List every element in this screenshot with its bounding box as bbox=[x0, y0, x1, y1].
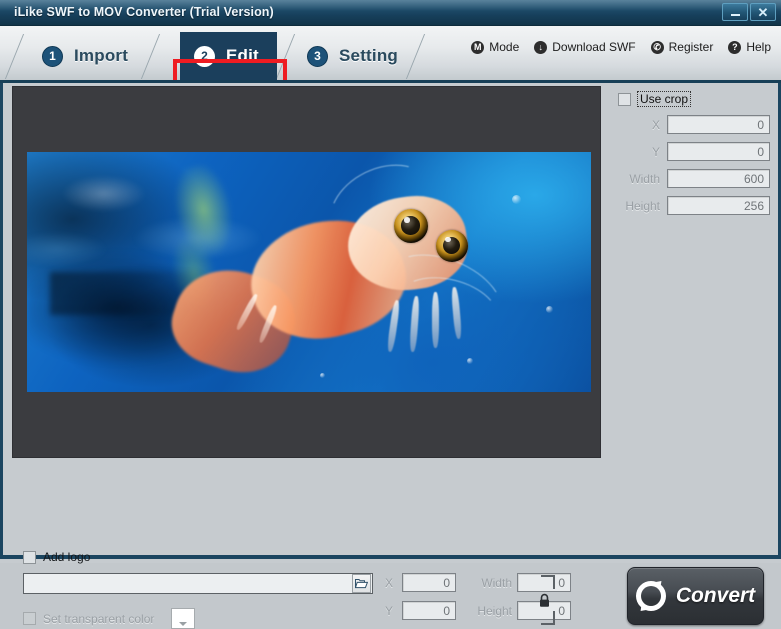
crop-y-label: Y bbox=[651, 144, 660, 159]
eye-glint bbox=[404, 217, 410, 223]
crop-x-label: X bbox=[651, 117, 660, 132]
lock-icon bbox=[539, 593, 549, 607]
set-transparent-color-checkbox[interactable] bbox=[23, 612, 36, 625]
logo-path-input[interactable] bbox=[24, 575, 352, 592]
logo-path-field[interactable] bbox=[23, 573, 373, 594]
transparent-color-row: Set transparent color bbox=[23, 608, 196, 629]
crop-height-label: Height bbox=[625, 198, 660, 213]
use-crop-row: Use crop bbox=[618, 91, 770, 107]
tab-setting[interactable]: 3 Setting bbox=[307, 32, 398, 80]
application-window: iLike SWF to MOV Converter (Trial Versio… bbox=[0, 0, 781, 629]
tab-setting-number: 3 bbox=[307, 45, 328, 67]
add-logo-row: Add logo bbox=[23, 550, 90, 564]
chevron-down-icon bbox=[179, 622, 188, 626]
menu-download-swf[interactable]: ↓ Download SWF bbox=[534, 40, 636, 54]
logo-y-label: Y bbox=[384, 603, 393, 618]
tab-edit[interactable]: 2 Edit bbox=[180, 32, 277, 80]
crop-height-row: Height 256 bbox=[618, 196, 770, 215]
help-icon: ? bbox=[728, 40, 742, 54]
close-button[interactable]: ✕ bbox=[750, 3, 776, 21]
add-logo-label: Add logo bbox=[43, 550, 91, 564]
bracket-bottom bbox=[541, 611, 555, 625]
shrimp-leg bbox=[432, 291, 440, 348]
key-icon: ✆ bbox=[650, 40, 664, 54]
menu-mode[interactable]: M Mode bbox=[471, 40, 519, 54]
crop-x-input[interactable]: 0 bbox=[667, 115, 770, 134]
shrimp-eye bbox=[435, 229, 468, 262]
recycle-icon bbox=[629, 574, 673, 618]
tab-edit-label: Edit bbox=[226, 46, 259, 65]
menu-mode-label: Mode bbox=[489, 40, 520, 54]
logo-x-label: X bbox=[384, 575, 393, 590]
video-frame bbox=[27, 152, 591, 392]
window-controls: ✕ bbox=[722, 3, 776, 21]
use-crop-label: Use crop bbox=[637, 91, 692, 107]
crop-width-label: Width bbox=[629, 171, 660, 186]
tab-import-label: Import bbox=[74, 46, 129, 65]
transparent-color-swatch[interactable] bbox=[171, 608, 196, 629]
tab-bar: 1 Import 2 Edit 3 Setting M Mode ↓ Downl… bbox=[0, 26, 781, 83]
logo-width-label: Width bbox=[481, 575, 512, 590]
shrimp-eye bbox=[393, 209, 428, 244]
tab-import[interactable]: 1 Import bbox=[42, 32, 128, 80]
menu-register-label: Register bbox=[668, 40, 714, 54]
use-crop-checkbox[interactable] bbox=[618, 92, 631, 106]
set-transparent-color-label: Set transparent color bbox=[43, 611, 155, 626]
logo-y-input[interactable]: 0 bbox=[402, 601, 456, 620]
shrimp-subject bbox=[161, 152, 524, 386]
crop-y-row: Y 0 bbox=[618, 142, 770, 161]
menu-help-label: Help bbox=[746, 40, 771, 54]
bracket-top bbox=[541, 575, 555, 589]
download-icon: ↓ bbox=[534, 40, 548, 54]
crop-width-row: Width 600 bbox=[618, 169, 770, 188]
logo-section: Add logo Set transparent color X 0 Width… bbox=[3, 463, 781, 629]
tab-edit-number: 2 bbox=[194, 45, 215, 67]
title-bar: iLike SWF to MOV Converter (Trial Versio… bbox=[0, 0, 781, 26]
menu-register[interactable]: ✆ Register bbox=[650, 40, 714, 54]
crop-x-row: X 0 bbox=[618, 115, 770, 134]
crop-panel: Use crop X 0 Y 0 Width 600 Height 256 bbox=[618, 91, 770, 215]
convert-button[interactable]: Convert bbox=[627, 567, 764, 625]
minimize-button[interactable] bbox=[722, 3, 748, 21]
crop-y-input[interactable]: 0 bbox=[667, 142, 770, 161]
bubble bbox=[545, 305, 553, 313]
window-title: iLike SWF to MOV Converter (Trial Versio… bbox=[14, 5, 274, 19]
recycle-arc-2 bbox=[629, 574, 673, 618]
main-body: Use crop X 0 Y 0 Width 600 Height 256 Ad… bbox=[0, 83, 781, 629]
folder-open-glyph bbox=[355, 579, 368, 589]
top-menu: M Mode ↓ Download SWF ✆ Register ? Help bbox=[471, 40, 771, 54]
logo-height-label: Height bbox=[477, 603, 512, 618]
convert-button-label: Convert bbox=[675, 584, 756, 607]
crop-width-input[interactable]: 600 bbox=[667, 169, 770, 188]
add-logo-checkbox[interactable] bbox=[23, 550, 36, 564]
crop-height-input[interactable]: 256 bbox=[667, 196, 770, 215]
mode-icon: M bbox=[471, 40, 485, 54]
video-preview-panel bbox=[12, 86, 601, 458]
tab-divider bbox=[405, 34, 456, 79]
folder-open-icon[interactable] bbox=[352, 574, 371, 593]
minimize-icon bbox=[730, 14, 740, 16]
logo-x-input[interactable]: 0 bbox=[402, 573, 456, 592]
tab-import-number: 1 bbox=[42, 45, 63, 67]
menu-download-swf-label: Download SWF bbox=[552, 40, 636, 54]
tab-setting-label: Setting bbox=[339, 46, 399, 65]
aspect-lock-group[interactable] bbox=[533, 575, 555, 625]
menu-help[interactable]: ? Help bbox=[728, 40, 771, 54]
